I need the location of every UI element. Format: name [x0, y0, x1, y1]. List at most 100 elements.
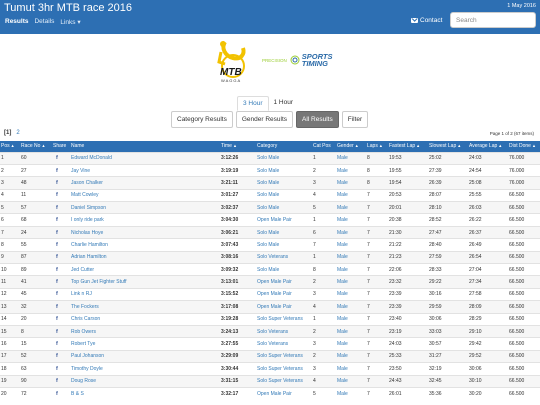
facebook-share-icon[interactable]: f [52, 262, 70, 276]
cell-category[interactable]: Solo Super Veterans [256, 374, 312, 388]
cell-name[interactable]: Edward McDonald [70, 151, 220, 165]
cell-category[interactable]: Open Male Pair [256, 213, 312, 227]
cell-name[interactable]: Link n RJ [70, 287, 220, 301]
col-race-no[interactable]: Race No▲ [20, 141, 52, 152]
facebook-share-icon[interactable]: f [52, 312, 70, 326]
facebook-share-icon[interactable]: f [52, 188, 70, 202]
gender-results-button[interactable]: Gender Results [235, 111, 294, 128]
page-2-link[interactable]: 2 [16, 130, 19, 136]
cell-category[interactable]: Solo Male [256, 238, 312, 252]
contact-link[interactable]: Contact [411, 17, 442, 24]
col-slowest-lap[interactable]: Slowest Lap▲ [428, 141, 468, 152]
facebook-share-icon[interactable]: f [52, 151, 70, 165]
tab-1-hour[interactable]: 1 Hour [269, 96, 299, 111]
col-fastest-lap[interactable]: Fastest Lap▲ [388, 141, 428, 152]
cell-gender[interactable]: Male [336, 287, 366, 301]
cell-gender[interactable]: Male [336, 349, 366, 363]
col-pos[interactable]: Pos▲ [0, 141, 20, 152]
cell-category[interactable]: Solo Veterans [256, 324, 312, 338]
col-average-lap[interactable]: Average Lap▲ [468, 141, 508, 152]
cell-category[interactable]: Solo Male [256, 163, 312, 177]
cell-name[interactable]: Top Gun Jet Fighter Stuff [70, 275, 220, 289]
cell-gender[interactable]: Male [336, 225, 366, 239]
cell-gender[interactable]: Male [336, 188, 366, 202]
cell-name[interactable]: Doug Rose [70, 374, 220, 388]
cell-gender[interactable]: Male [336, 151, 366, 165]
cell-gender[interactable]: Male [336, 275, 366, 289]
facebook-share-icon[interactable]: f [52, 362, 70, 376]
cell-name[interactable]: Jed Cutter [70, 262, 220, 276]
cell-gender[interactable]: Male [336, 262, 366, 276]
cell-category[interactable]: Solo Male [256, 201, 312, 214]
cell-gender[interactable]: Male [336, 312, 366, 326]
col-gender[interactable]: Gender▲ [336, 141, 366, 152]
facebook-share-icon[interactable]: f [52, 349, 70, 363]
nav-results[interactable]: Results [5, 18, 28, 26]
tab-3-hour[interactable]: 3 Hour [237, 96, 269, 111]
nav-links-dropdown[interactable]: Links ▾ [60, 18, 80, 26]
search-input[interactable] [450, 12, 536, 28]
cell-name[interactable]: Daniel Simpson [70, 201, 220, 214]
facebook-share-icon[interactable]: f [52, 386, 70, 400]
cell-category[interactable]: Open Male Pair [256, 300, 312, 314]
cell-name[interactable]: Nicholas Hoye [70, 225, 220, 239]
cell-category[interactable]: Open Male Pair [256, 275, 312, 289]
all-results-button[interactable]: All Results [296, 111, 339, 128]
facebook-share-icon[interactable]: f [52, 201, 70, 214]
category-results-button[interactable]: Category Results [171, 111, 233, 128]
facebook-share-icon[interactable]: f [52, 225, 70, 239]
cell-name[interactable]: Jason Chalker [70, 176, 220, 190]
cell-gender[interactable]: Male [336, 362, 366, 376]
cell-category[interactable]: Solo Veterans [256, 250, 312, 264]
facebook-share-icon[interactable]: f [52, 300, 70, 314]
cell-gender[interactable]: Male [336, 201, 366, 214]
cell-category[interactable]: Solo Male [256, 176, 312, 190]
facebook-share-icon[interactable]: f [52, 250, 70, 264]
cell-gender[interactable]: Male [336, 374, 366, 388]
cell-category[interactable]: Open Male Pair [256, 287, 312, 301]
cell-category[interactable]: Solo Male [256, 225, 312, 239]
facebook-share-icon[interactable]: f [52, 238, 70, 252]
cell-gender[interactable]: Male [336, 213, 366, 227]
col-cat-pos[interactable]: Cat Pos [312, 141, 336, 152]
cell-name[interactable]: Paul Johanson [70, 349, 220, 363]
cell-name[interactable]: Jay Vine [70, 163, 220, 177]
cell-category[interactable]: Open Male Pair [256, 386, 312, 400]
cell-gender[interactable]: Male [336, 300, 366, 314]
col-category[interactable]: Category [256, 141, 312, 152]
cell-category[interactable]: Solo Super Veterans [256, 312, 312, 326]
app-title[interactable]: Tumut 3hr MTB race 2016 [4, 2, 132, 14]
cell-name[interactable]: Timothy Doyle [70, 362, 220, 376]
cell-gender[interactable]: Male [336, 163, 366, 177]
cell-category[interactable]: Solo Male [256, 188, 312, 202]
cell-category[interactable]: Solo Super Veterans [256, 349, 312, 363]
col-laps[interactable]: Laps▲ [366, 141, 388, 152]
cell-name[interactable]: B & S [70, 386, 220, 400]
cell-name[interactable]: Chris Carson [70, 312, 220, 326]
nav-details[interactable]: Details [34, 18, 54, 26]
cell-gender[interactable]: Male [336, 324, 366, 338]
cell-gender[interactable]: Male [336, 238, 366, 252]
col-name[interactable]: Name [70, 141, 220, 152]
facebook-share-icon[interactable]: f [52, 213, 70, 227]
cell-gender[interactable]: Male [336, 250, 366, 264]
facebook-share-icon[interactable]: f [52, 176, 70, 190]
filter-button[interactable]: Filter [341, 111, 369, 128]
cell-name[interactable]: I only ride park [70, 213, 220, 227]
cell-category[interactable]: Solo Male [256, 151, 312, 165]
col-time[interactable]: Time▲ [220, 141, 256, 152]
cell-name[interactable]: Rob Owers [70, 324, 220, 338]
cell-gender[interactable]: Male [336, 176, 366, 190]
facebook-share-icon[interactable]: f [52, 275, 70, 289]
cell-name[interactable]: Charlie Hamilton [70, 238, 220, 252]
cell-category[interactable]: Solo Super Veterans [256, 362, 312, 376]
cell-gender[interactable]: Male [336, 386, 366, 400]
facebook-share-icon[interactable]: f [52, 374, 70, 388]
facebook-share-icon[interactable]: f [52, 163, 70, 177]
facebook-share-icon[interactable]: f [52, 337, 70, 351]
facebook-share-icon[interactable]: f [52, 324, 70, 338]
cell-name[interactable]: The Fockers [70, 300, 220, 314]
cell-gender[interactable]: Male [336, 337, 366, 351]
cell-category[interactable]: Solo Male [256, 262, 312, 276]
facebook-share-icon[interactable]: f [52, 287, 70, 301]
